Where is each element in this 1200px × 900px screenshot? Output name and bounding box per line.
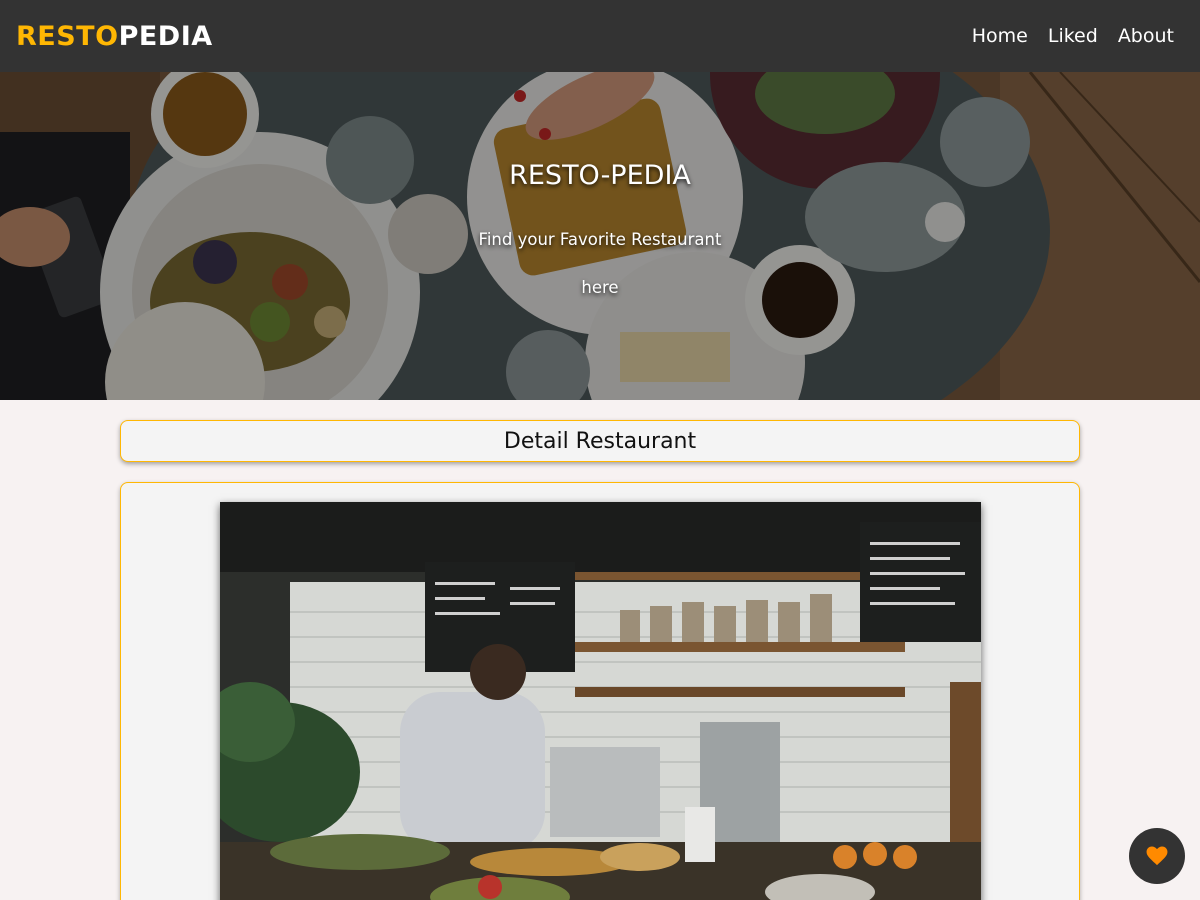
hero-banner: RESTO-PEDIA Find your Favorite Restauran… [0,72,1200,400]
hero-title: RESTO-PEDIA [509,160,691,191]
heart-icon [1146,846,1168,866]
navbar: RESTOPEDIA Home Liked About [0,0,1200,72]
detail-heading-card: Detail Restaurant [120,420,1080,462]
brand-logo[interactable]: RESTOPEDIA [16,23,213,50]
nav-link-liked[interactable]: Liked [1048,25,1098,47]
hero-content: RESTO-PEDIA Find your Favorite Restauran… [0,72,1200,400]
nav-link-home[interactable]: Home [972,25,1028,47]
like-button[interactable] [1129,828,1185,884]
restaurant-image [220,502,981,900]
nav-link-about[interactable]: About [1118,25,1174,47]
brand-accent: RESTO [16,20,119,52]
hero-tagline: Find your Favorite Restaurant here [478,230,722,297]
detail-heading: Detail Restaurant [503,428,697,454]
restaurant-kitchen-photo [220,502,981,900]
brand-rest: PEDIA [118,20,213,52]
restaurant-detail-card [120,482,1080,900]
nav-links: Home Liked About [972,25,1184,47]
